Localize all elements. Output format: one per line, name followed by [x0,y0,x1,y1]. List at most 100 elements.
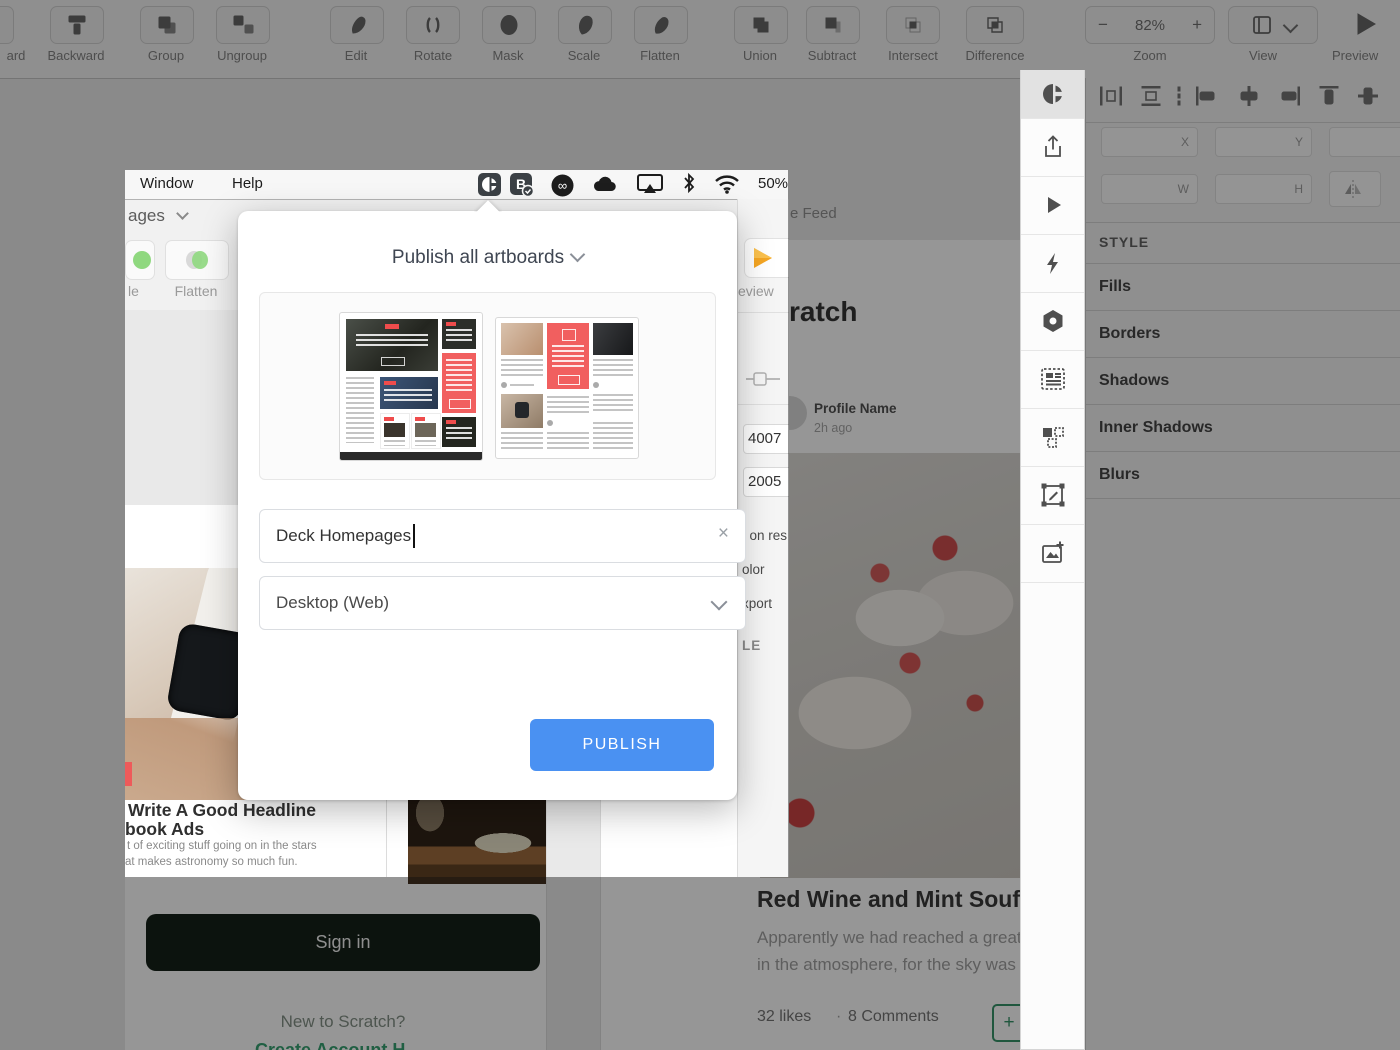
union-label: Union [732,48,788,63]
layout-icon [1040,366,1066,392]
section-borders[interactable]: Borders [1099,325,1160,343]
thumb-badge [415,417,425,421]
intersect-button[interactable] [886,6,940,44]
bluetooth-icon[interactable] [681,172,697,199]
sync-menubar-icon[interactable]: B [510,173,536,200]
view-label: View [1232,48,1294,63]
cloud-status-icon[interactable] [591,173,619,200]
align-middle-icon[interactable] [1358,86,1378,111]
select-chevron-icon [711,594,728,611]
thumb-text [384,389,432,401]
craft-logo-tab[interactable] [1021,70,1084,119]
flatten-green-icon [182,247,212,273]
flip-button[interactable] [1329,171,1381,207]
forward-button[interactable] [0,6,14,44]
flatten-button[interactable] [634,6,688,44]
union-icon [749,13,773,37]
add-image-icon [1040,540,1066,566]
macos-menubar: Window Help B ∞ 50% [125,170,788,200]
popover-title[interactable]: Publish all artboards [238,247,737,269]
thumb-badge [446,420,456,424]
rotation-field[interactable] [1329,127,1400,157]
scale-icon [573,13,597,37]
artboard-thumbnail-grid[interactable] [495,317,639,459]
thumb-img [415,423,436,437]
w-field[interactable]: W [1101,174,1198,204]
align-center-icon[interactable] [1238,86,1260,111]
edit-artboard-tab[interactable] [1021,466,1084,525]
comments-count[interactable]: 8 Comments [848,1008,939,1026]
artboard-x-field[interactable]: 4007 [743,424,789,454]
x-field[interactable]: X [1101,127,1198,157]
distribute-vertical-icon[interactable] [1140,86,1162,111]
h-field[interactable]: H [1215,174,1312,204]
mask-label: Mask [482,48,534,63]
thumb-text [593,359,633,379]
clear-input-icon[interactable]: × [718,523,729,545]
edit-button[interactable] [330,6,384,44]
likes-count[interactable]: 32 likes [757,1008,811,1026]
backward-button[interactable] [50,6,104,44]
target-select[interactable]: Desktop (Web) [259,576,746,630]
view-button[interactable] [1228,6,1318,44]
group-button[interactable] [140,6,194,44]
section-inner-shadows[interactable]: Inner Shadows [1099,419,1213,437]
align-right-icon[interactable] [1278,86,1300,111]
scale-chrome-button[interactable] [125,240,155,280]
preview-button[interactable] [1352,10,1380,43]
add-image-tab[interactable] [1021,524,1084,583]
forward-label: ard [0,48,32,63]
ungroup-label: Ungroup [206,48,278,63]
thumb-avatar [501,382,507,388]
preview-chrome-button[interactable] [744,238,789,278]
spacing-icon[interactable] [1175,86,1183,111]
menu-window[interactable]: Window [140,175,193,192]
y-field[interactable]: Y [1215,127,1312,157]
play-tab[interactable] [1021,176,1084,235]
menu-help[interactable]: Help [232,175,263,192]
thumb-coral-card [442,353,476,413]
hexagon-tab[interactable] [1021,292,1084,351]
align-left-icon[interactable] [1196,86,1218,111]
backward-icon [65,13,89,37]
zoom-in-button[interactable]: + [1192,16,1202,33]
lightning-tab[interactable] [1021,234,1084,293]
difference-button[interactable] [966,6,1024,44]
edit-artboard-icon [1040,482,1066,508]
artboard-thumbnail-desktop[interactable] [339,312,483,461]
mask-button[interactable] [482,6,536,44]
zoom-out-button[interactable]: − [1098,16,1108,33]
publish-name-input[interactable]: Deck Homepages × [259,509,746,563]
card-title-line1: Write A Good Headline [128,800,316,821]
pages-dropdown[interactable]: ages [128,206,187,226]
craft-menubar-icon[interactable] [478,173,501,200]
union-button[interactable] [734,6,788,44]
ungroup-button[interactable] [216,6,270,44]
align-top-icon[interactable] [1319,86,1339,111]
section-shadows[interactable]: Shadows [1099,372,1169,390]
layout-tab[interactable] [1021,350,1084,409]
publish-button[interactable]: PUBLISH [530,719,714,771]
section-fills[interactable]: Fills [1099,278,1131,296]
rotate-button[interactable] [406,6,460,44]
section-blurs[interactable]: Blurs [1099,466,1140,484]
airplay-icon[interactable] [637,173,663,200]
share-icon [1040,134,1066,160]
distribute-horizontal-icon[interactable] [1100,86,1122,111]
artboard-title[interactable]: e Feed [790,205,837,222]
signin-button[interactable]: Sign in [146,914,540,971]
duplicate-tab[interactable] [1021,408,1084,467]
artboard-y-field[interactable]: 2005 [743,467,789,497]
scale-button[interactable] [558,6,612,44]
slider-icon[interactable] [746,369,780,389]
scratch-logo-text: ratch [789,296,857,328]
share-tab[interactable] [1021,118,1084,177]
create-account-link[interactable]: Create Account H [255,1040,405,1050]
wifi-icon[interactable] [714,174,740,199]
creative-cloud-icon[interactable]: ∞ [550,173,575,200]
subtract-button[interactable] [806,6,860,44]
flatten-chrome-button[interactable] [165,240,229,280]
style-header-fragment: LE [742,638,761,653]
card-body-line2: at makes astronomy so much fun. [125,856,298,868]
inspector-divider [1086,451,1400,452]
